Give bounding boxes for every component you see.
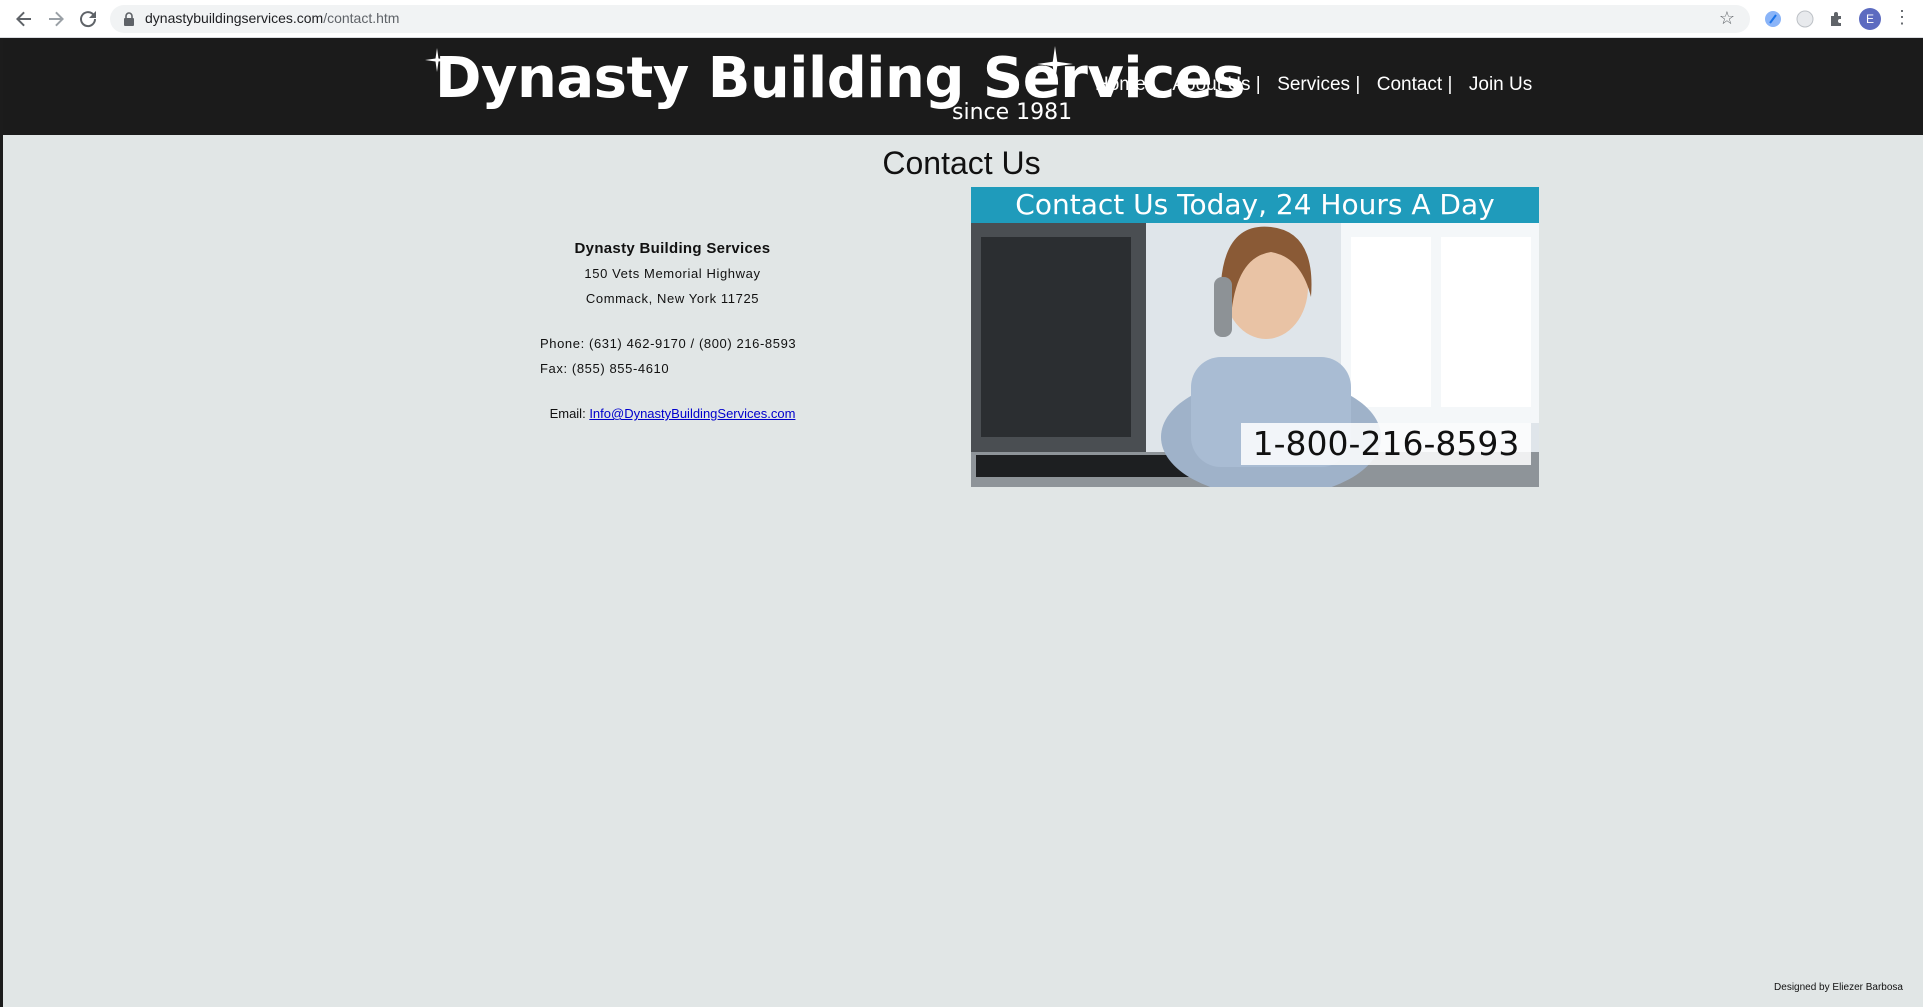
lock-icon <box>124 12 134 26</box>
address-bar[interactable]: dynastybuildingservices.com/contact.htm … <box>110 5 1750 33</box>
promo-banner: Contact Us Today, 24 Hours A Day <box>971 187 1539 223</box>
footer-credit: Designed by Eliezer Barbosa <box>1774 982 1903 993</box>
email-row: Email: Info@DynastyBuildingServices.com <box>540 401 805 426</box>
avatar[interactable]: E <box>1859 8 1881 30</box>
site-header: Dynasty Building Services since 1981 Hom… <box>3 38 1923 135</box>
site-logo[interactable]: Dynasty Building Services since 1981 <box>425 46 1246 134</box>
email-link[interactable]: Info@DynastyBuildingServices.com <box>589 406 795 421</box>
nav-contact[interactable]: Contact | <box>1377 74 1453 95</box>
page-title: Contact Us <box>882 145 1041 181</box>
extension-icon[interactable] <box>1795 9 1815 29</box>
nav-home[interactable]: Home | <box>1095 74 1156 95</box>
browser-toolbar: dynastybuildingservices.com/contact.htm … <box>0 0 1923 38</box>
back-arrow-icon[interactable] <box>12 7 36 31</box>
nav-services[interactable]: Services | <box>1277 74 1360 95</box>
url-path: /contact.htm <box>323 10 400 26</box>
url-text: dynastybuildingservices.com/contact.htm <box>145 10 399 26</box>
email-label: Email: <box>549 406 586 421</box>
window-edge <box>0 38 3 1007</box>
extension-icon[interactable] <box>1763 9 1783 29</box>
reload-icon[interactable] <box>76 7 100 31</box>
kebab-menu-icon[interactable]: ⋮ <box>1893 7 1911 28</box>
forward-arrow-icon[interactable] <box>44 7 68 31</box>
url-domain: dynastybuildingservices.com <box>145 10 324 26</box>
promo-phone-number: 1-800-216-8593 <box>1241 423 1531 465</box>
puzzle-icon[interactable] <box>1827 9 1847 29</box>
company-name: Dynasty Building Services <box>574 240 771 257</box>
address-line-2: Commack, New York 11725 <box>585 291 760 306</box>
fax-number: Fax: (855) 855-4610 <box>540 361 670 376</box>
nav-about-us[interactable]: About Us | <box>1172 74 1260 95</box>
contact-info: Dynasty Building Services 150 Vets Memor… <box>540 236 805 426</box>
address-line-1: 150 Vets Memorial Highway <box>584 266 761 281</box>
phone-numbers: Phone: (631) 462-9170 / (800) 216-8593 <box>540 336 797 351</box>
logo-tagline: since 1981 <box>952 100 1073 125</box>
nav-join-us[interactable]: Join Us <box>1469 74 1532 95</box>
main-nav: Home | About Us | Services | Contact | J… <box>1095 74 1544 96</box>
contact-promo-image: Contact Us Today, 24 Hours A Day 1-800-2… <box>971 187 1539 487</box>
star-icon[interactable]: ☆ <box>1719 8 1735 29</box>
